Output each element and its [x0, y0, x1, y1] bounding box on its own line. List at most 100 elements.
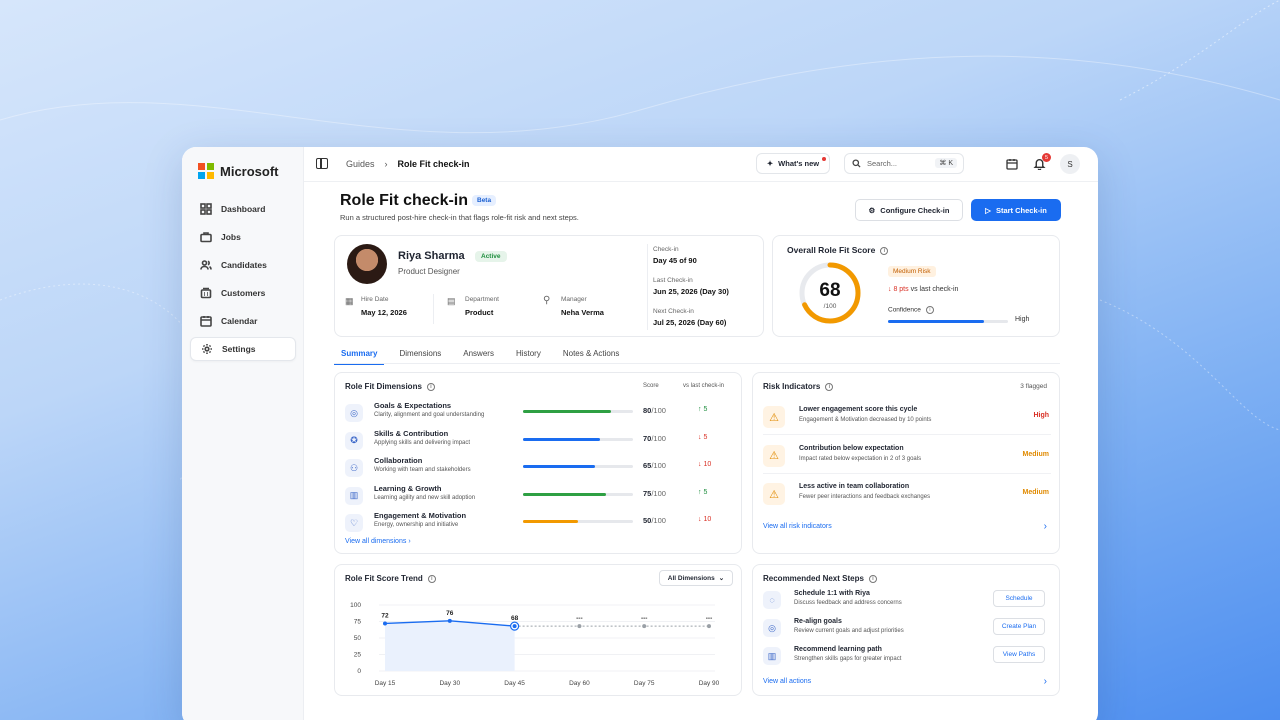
chevron-right-icon: ›: [384, 159, 388, 169]
y-tick-label: 100: [350, 602, 361, 609]
sparkle-icon: ✦: [766, 159, 774, 168]
y-tick-label: 0: [357, 668, 361, 675]
data-label: 72: [381, 612, 389, 619]
risk-level: High: [1033, 412, 1049, 419]
completed-point: [383, 621, 387, 626]
info-icon[interactable]: i: [426, 382, 435, 391]
step-row: ◎ Re-align goals Review current goals and …: [763, 616, 1051, 644]
sidebar-item-customers[interactable]: Customers: [190, 281, 296, 305]
sidebar-item-settings[interactable]: Settings: [190, 337, 296, 361]
sidebar-item-label: Candidates: [221, 260, 267, 270]
sidebar-item-dashboard[interactable]: Dashboard: [190, 197, 296, 221]
tab-bar: Summary Dimensions Answers History Notes…: [334, 345, 634, 365]
view-all-actions-link[interactable]: View all actions: [763, 678, 811, 685]
tab-notes-actions[interactable]: Notes & Actions: [556, 345, 626, 365]
sidebar-item-jobs[interactable]: Jobs: [190, 225, 296, 249]
dimension-name: Skills & Contribution: [374, 428, 449, 438]
col-change: vs last check-in: [683, 383, 725, 389]
filter-label: All Dimensions: [667, 574, 715, 582]
last-checkin-value: Jun 25, 2026 (Day 30): [653, 287, 729, 296]
risk-desc: Engagement & Motivation decreased by 10 …: [799, 417, 932, 423]
x-tick-label: Day 60: [569, 680, 590, 687]
risk-title: Contribution below expectation: [799, 444, 904, 452]
info-icon[interactable]: i: [925, 306, 934, 314]
sidebar-item-calendar[interactable]: Calendar: [190, 309, 296, 333]
next-checkin-label: Next Check-in: [653, 308, 694, 315]
view-all-dimensions-link[interactable]: View all dimensions ›: [345, 538, 411, 545]
divider: [647, 244, 648, 330]
search-shortcut: ⌘ K: [935, 158, 957, 168]
search-input[interactable]: Search... ⌘ K: [844, 153, 964, 174]
breadcrumb-parent[interactable]: Guides: [346, 159, 375, 169]
chevron-right-icon: ›: [408, 538, 411, 545]
calendar-icon[interactable]: [1006, 158, 1018, 170]
dimension-change-value: 10: [703, 516, 712, 523]
calendar-icon: [200, 316, 212, 327]
tab-summary[interactable]: Summary: [334, 345, 385, 365]
chevron-right-icon[interactable]: ›: [1044, 521, 1047, 532]
sidebar-item-candidates[interactable]: Candidates: [190, 253, 296, 277]
info-icon[interactable]: i: [880, 246, 889, 255]
x-tick-label: Day 90: [699, 680, 720, 687]
dimension-name: Learning & Growth: [374, 483, 442, 493]
dimension-row: ♡ Engagement & Motivation Energy, ownershi…: [345, 511, 735, 537]
score-title: Overall Role Fit Score: [787, 245, 876, 255]
tab-dimensions[interactable]: Dimensions: [392, 345, 448, 365]
step-title: Recommend learning path: [794, 646, 882, 653]
create-plan-button[interactable]: Create Plan: [993, 618, 1045, 635]
schedule-button[interactable]: Schedule: [993, 590, 1045, 607]
step-desc: Review current goals and adjust prioriti…: [794, 628, 904, 634]
view-all-risks-link[interactable]: View all risk indicators: [763, 523, 832, 530]
sidebar-item-label: Dashboard: [221, 204, 266, 214]
profile-card: Riya Sharma Active Product Designer ▦ Hir…: [334, 235, 764, 337]
risk-level: Medium: [1022, 489, 1049, 496]
confidence-level: High: [1015, 316, 1030, 323]
main-area: Guides › Role Fit check-in ✦ What's new …: [304, 147, 1098, 720]
dimension-change-value: 5: [703, 433, 708, 441]
configure-checkin-button[interactable]: ⚙ Configure Check-in: [855, 199, 963, 221]
info-icon[interactable]: i: [868, 574, 877, 583]
microsoft-logo[interactable]: Microsoft: [198, 163, 279, 179]
view-all-dimensions-text: View all dimensions: [345, 538, 407, 545]
x-tick-label: Day 75: [634, 680, 655, 687]
dimension-score-of: /100: [651, 406, 666, 415]
chevron-down-icon: ⌄: [718, 575, 725, 582]
view-paths-button[interactable]: View Paths: [993, 646, 1045, 663]
dimension-filter-dropdown[interactable]: All Dimensions ⌄: [659, 570, 733, 586]
heart-icon: ♡: [345, 514, 363, 532]
book-icon: ▥: [763, 647, 781, 665]
dimension-desc: Learning agility and new skill adoption: [374, 494, 476, 501]
data-label: ---: [576, 615, 583, 622]
chevron-right-icon[interactable]: ›: [1044, 676, 1047, 687]
dimension-score-of: /100: [651, 433, 666, 443]
info-icon[interactable]: i: [427, 574, 436, 583]
trend-title-text: Role Fit Score Trend: [345, 574, 423, 583]
delta-value: 8 pts: [893, 286, 909, 293]
dimension-bar: [523, 492, 633, 496]
confidence-label: Confidence i: [888, 306, 934, 314]
start-checkin-button[interactable]: ▷ Start Check-in: [971, 199, 1061, 221]
tab-divider: [334, 363, 1060, 364]
user-avatar[interactable]: S: [1060, 154, 1080, 174]
new-indicator-dot: [822, 157, 826, 161]
dimension-desc: Energy, ownership and initiative: [374, 522, 459, 528]
last-checkin-label: Last Check-in: [653, 277, 693, 284]
person-icon: ⚲: [543, 295, 551, 306]
calendar-icon: ▦: [345, 296, 354, 306]
building-icon: ▤: [447, 296, 456, 306]
profile-role: Product Designer: [398, 267, 460, 276]
tab-history[interactable]: History: [509, 345, 548, 365]
score-trend-card: Role Fit Score Trend i All Dimensions ⌄ 10…: [334, 564, 742, 696]
data-label: ---: [641, 615, 648, 622]
whats-new-button[interactable]: ✦ What's new: [756, 153, 830, 174]
page-subtitle: Run a structured post-hire check-in that…: [340, 213, 579, 222]
info-icon[interactable]: i: [825, 382, 834, 391]
checkin-progress: Check-in Day 45 of 90: [653, 246, 697, 265]
completed-point: [512, 624, 517, 629]
beta-badge: Beta: [472, 195, 497, 206]
tab-answers[interactable]: Answers: [456, 345, 501, 365]
department: ▤ Department Product: [447, 296, 499, 317]
dimension-name: Collaboration: [374, 456, 423, 465]
sidebar-item-label: Customers: [221, 288, 266, 298]
sidebar-toggle-icon[interactable]: [316, 158, 328, 169]
